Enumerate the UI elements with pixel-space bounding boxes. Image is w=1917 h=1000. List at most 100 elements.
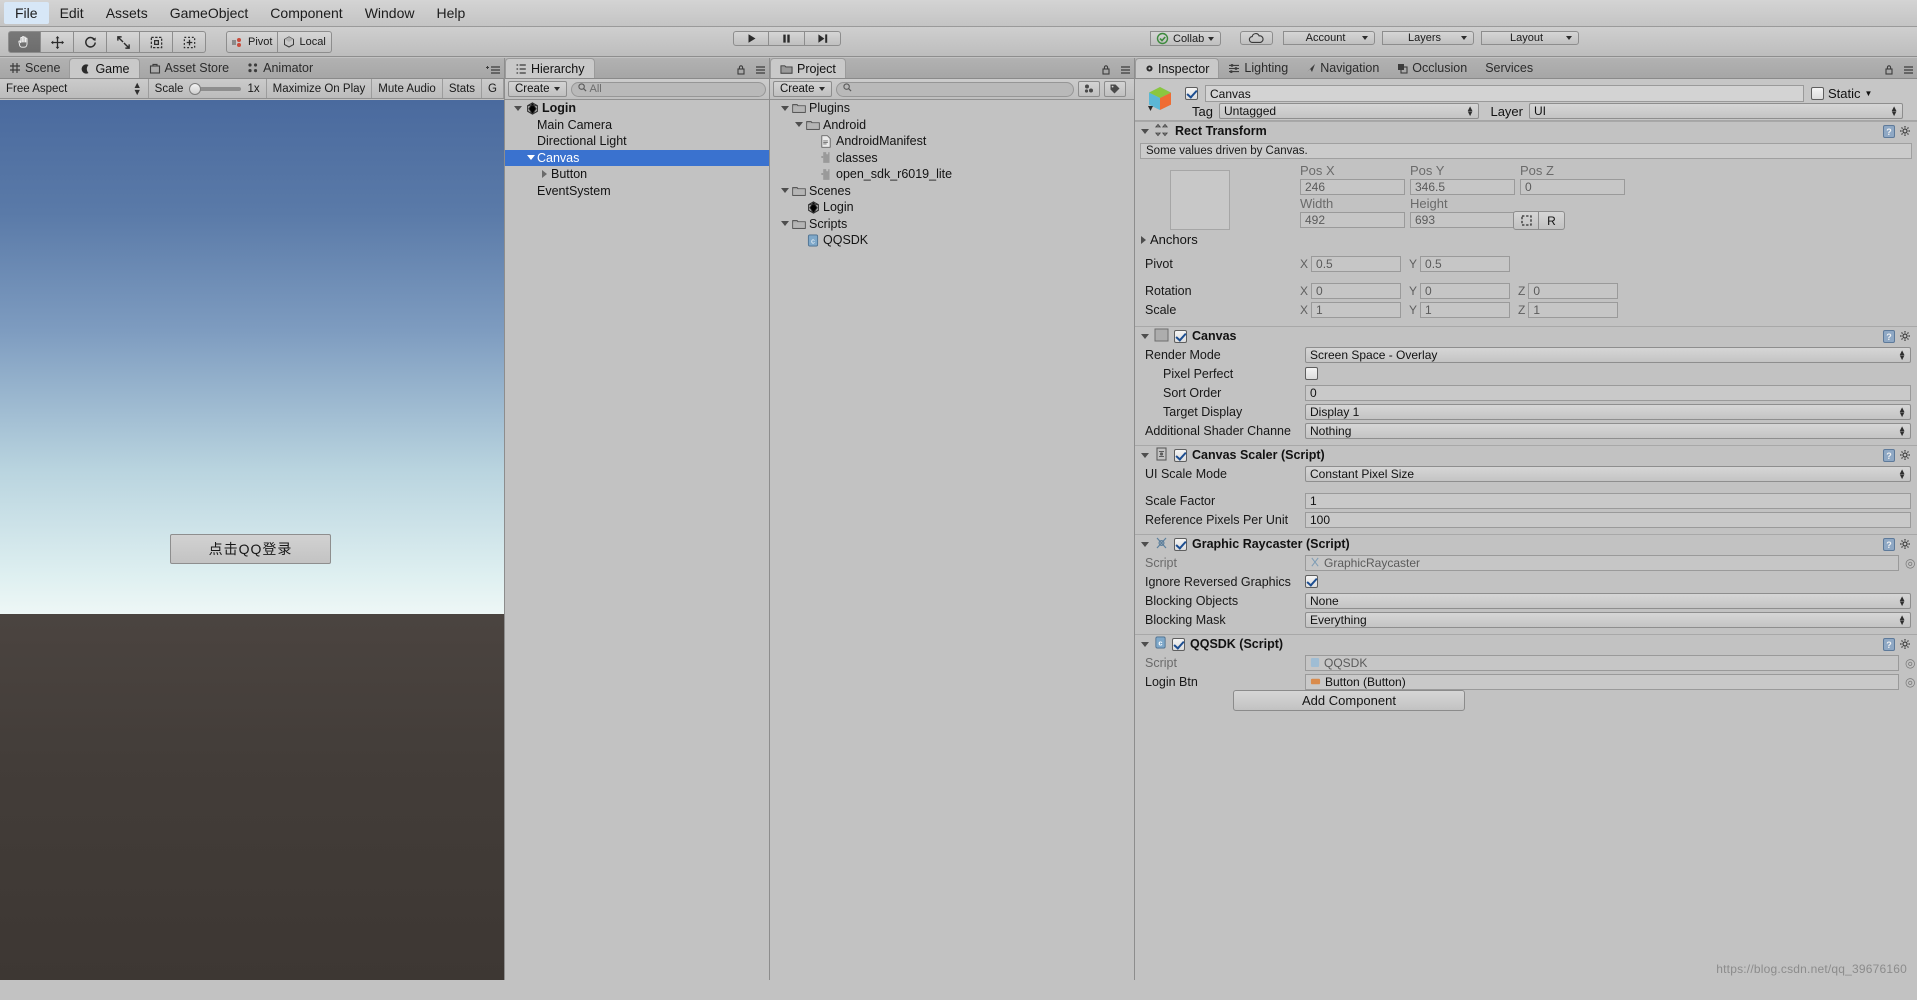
pos-x-field[interactable]: 246: [1300, 179, 1405, 195]
help-icon[interactable]: ?: [1883, 449, 1895, 462]
canvas-scaler-enabled-checkbox[interactable]: [1174, 448, 1187, 462]
move-tool-button[interactable]: [41, 31, 74, 53]
hierarchy-search-input[interactable]: All: [570, 81, 766, 97]
gear-icon[interactable]: [1899, 125, 1912, 141]
ui-scale-mode-dropdown[interactable]: Constant Pixel Size ▲ ▼: [1305, 465, 1911, 482]
tab-occlusion[interactable]: Occlusion: [1388, 58, 1476, 78]
shader-channel-dropdown[interactable]: Nothing ▲ ▼: [1305, 422, 1911, 439]
raw-edit-button[interactable]: R: [1539, 211, 1565, 230]
pivot-x-field[interactable]: 0.5: [1311, 255, 1402, 272]
tab-inspector[interactable]: Inspector: [1135, 58, 1220, 78]
rot-z-field[interactable]: 0: [1528, 282, 1619, 299]
account-button[interactable]: Account: [1283, 31, 1375, 45]
disclosure-triangle-icon[interactable]: [778, 221, 791, 227]
tab-project[interactable]: Project: [770, 58, 846, 78]
disclosure-triangle-icon[interactable]: [538, 170, 551, 179]
help-icon[interactable]: ?: [1883, 330, 1895, 343]
project-item-scripts[interactable]: Scripts: [770, 216, 1134, 233]
object-picker-icon[interactable]: ◎: [1905, 556, 1917, 570]
project-item-scenes[interactable]: Scenes: [770, 183, 1134, 200]
tab-asset-store[interactable]: Asset Store: [140, 58, 239, 78]
gear-icon[interactable]: [1899, 538, 1912, 554]
project-search-input[interactable]: [835, 81, 1074, 97]
step-button[interactable]: [805, 31, 841, 46]
project-item-qqsdk[interactable]: c QQSDK: [770, 232, 1134, 249]
rotate-tool-button[interactable]: [74, 31, 107, 53]
game-panel-menu[interactable]: [486, 65, 500, 75]
reference-ppu-field[interactable]: 100: [1305, 511, 1911, 528]
login-btn-field[interactable]: Button (Button): [1305, 673, 1899, 690]
layers-button[interactable]: Layers: [1382, 31, 1474, 45]
local-toggle-button[interactable]: Local: [278, 31, 332, 53]
pos-y-field[interactable]: 346.5: [1410, 179, 1515, 195]
project-panel-tools[interactable]: [1101, 64, 1130, 75]
blocking-objects-dropdown[interactable]: None ▲ ▼: [1305, 592, 1911, 609]
layer-dropdown[interactable]: UI ▲ ▼: [1529, 103, 1903, 119]
rot-x-field[interactable]: 0: [1311, 282, 1402, 299]
layout-button[interactable]: Layout: [1481, 31, 1579, 45]
graphic-raycaster-script-field[interactable]: GraphicRaycaster: [1305, 554, 1899, 571]
hierarchy-item-canvas[interactable]: Canvas: [505, 149, 769, 166]
target-display-dropdown[interactable]: Display 1 ▲ ▼: [1305, 403, 1911, 420]
inspector-panel-tools[interactable]: [1884, 64, 1913, 75]
rect-tool-button[interactable]: [140, 31, 173, 53]
tab-scene[interactable]: Scene: [0, 58, 69, 78]
collab-button[interactable]: Collab: [1150, 31, 1222, 46]
project-item-androidmanifest[interactable]: AndroidManifest: [770, 133, 1134, 150]
canvas-enabled-checkbox[interactable]: [1174, 329, 1187, 343]
tab-hierarchy[interactable]: Hierarchy: [505, 58, 595, 78]
project-item-plugins[interactable]: Plugins: [770, 100, 1134, 117]
mute-audio-toggle[interactable]: Mute Audio: [372, 79, 443, 98]
game-render-area[interactable]: 点击QQ登录: [0, 100, 504, 980]
help-icon[interactable]: ?: [1883, 638, 1895, 651]
disclosure-triangle-icon[interactable]: [778, 105, 791, 111]
tab-game[interactable]: Game: [69, 58, 140, 78]
disclosure-triangle-icon[interactable]: [778, 188, 791, 194]
component-header-canvas-scaler[interactable]: Canvas Scaler (Script) ?: [1135, 445, 1917, 464]
sort-order-field[interactable]: 0: [1305, 384, 1911, 401]
disclosure-triangle-icon[interactable]: [1141, 128, 1149, 134]
project-filter-label-button[interactable]: [1103, 81, 1126, 97]
qq-login-button[interactable]: 点击QQ登录: [170, 534, 331, 564]
scale-z-field[interactable]: 1: [1528, 301, 1619, 318]
graphic-raycaster-enabled-checkbox[interactable]: [1174, 537, 1187, 551]
component-header-canvas[interactable]: Canvas ?: [1135, 326, 1917, 345]
component-header-graphic-raycaster[interactable]: Graphic Raycaster (Script) ?: [1135, 534, 1917, 553]
blueprint-mode-button[interactable]: [1513, 211, 1539, 230]
tab-navigation[interactable]: Navigation: [1297, 58, 1388, 78]
tag-dropdown[interactable]: Untagged ▲ ▼: [1219, 103, 1479, 119]
scale-y-field[interactable]: 1: [1420, 301, 1511, 318]
qqsdk-enabled-checkbox[interactable]: [1172, 637, 1185, 651]
scale-slider-cell[interactable]: Scale 1x: [149, 79, 267, 98]
gameobject-enabled-checkbox[interactable]: [1185, 87, 1198, 100]
width-field[interactable]: 492: [1300, 212, 1405, 228]
gear-icon[interactable]: [1899, 330, 1912, 346]
maximize-on-play-toggle[interactable]: Maximize On Play: [267, 79, 373, 98]
scale-tool-button[interactable]: [107, 31, 140, 53]
pivot-y-field[interactable]: 0.5: [1420, 255, 1511, 272]
disclosure-triangle-icon[interactable]: [792, 122, 805, 128]
hierarchy-item-eventsystem[interactable]: EventSystem: [505, 183, 769, 200]
transform-tool-button[interactable]: [173, 31, 206, 53]
menu-item-assets[interactable]: Assets: [95, 2, 159, 24]
disclosure-triangle-icon[interactable]: [1141, 333, 1149, 339]
menu-item-edit[interactable]: Edit: [49, 2, 95, 24]
menu-item-file[interactable]: File: [4, 2, 49, 24]
hierarchy-panel-tools[interactable]: [736, 64, 765, 75]
project-filter-type-button[interactable]: [1077, 81, 1100, 97]
project-item-login-scene[interactable]: Login: [770, 199, 1134, 216]
project-item-open-sdk[interactable]: open_sdk_r6019_lite: [770, 166, 1134, 183]
object-picker-icon[interactable]: ◎: [1905, 675, 1917, 689]
disclosure-triangle-icon[interactable]: [511, 105, 524, 111]
hierarchy-item-login[interactable]: Login: [505, 100, 769, 117]
rot-y-field[interactable]: 0: [1420, 282, 1511, 299]
menu-item-gameobject[interactable]: GameObject: [159, 2, 260, 24]
gear-icon[interactable]: [1899, 449, 1912, 465]
project-item-android[interactable]: Android: [770, 117, 1134, 134]
hierarchy-item-directional-light[interactable]: Directional Light: [505, 133, 769, 150]
help-icon[interactable]: ?: [1883, 538, 1895, 551]
anchors-foldout[interactable]: Anchors: [1141, 232, 1198, 247]
pos-z-field[interactable]: 0: [1520, 179, 1625, 195]
gameobject-name-field[interactable]: Canvas: [1205, 85, 1804, 102]
project-item-classes[interactable]: classes: [770, 150, 1134, 167]
